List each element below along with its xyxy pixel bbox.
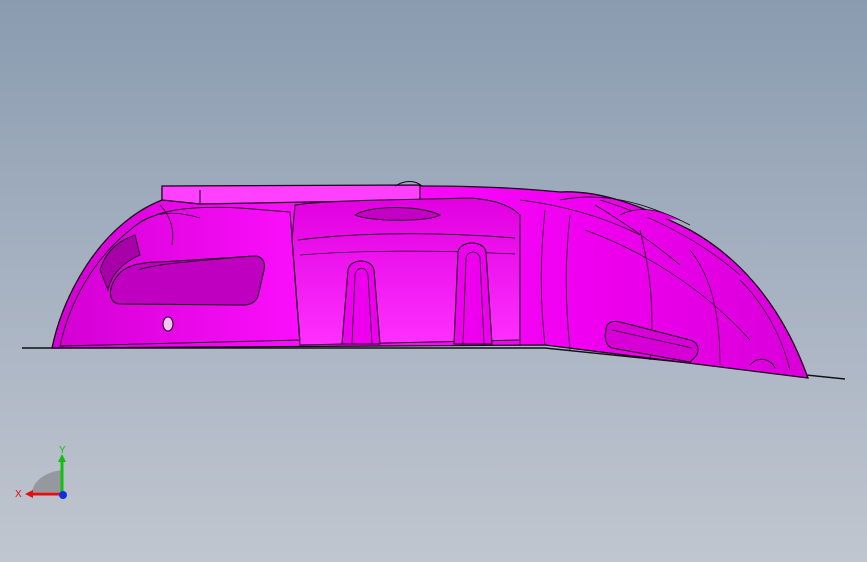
mount-hole — [162, 316, 174, 332]
slot-right — [453, 242, 493, 345]
part-model-view[interactable] — [0, 0, 867, 562]
x-axis-label: X — [15, 489, 22, 500]
triad-plane — [32, 470, 62, 492]
z-axis-dot — [59, 491, 67, 499]
y-axis-label: Y — [59, 445, 66, 456]
x-arrowhead-icon — [25, 490, 33, 498]
slot-left — [341, 260, 381, 345]
graphics-viewport[interactable]: Y X — [0, 0, 867, 562]
reference-triad[interactable]: Y X — [14, 442, 74, 508]
